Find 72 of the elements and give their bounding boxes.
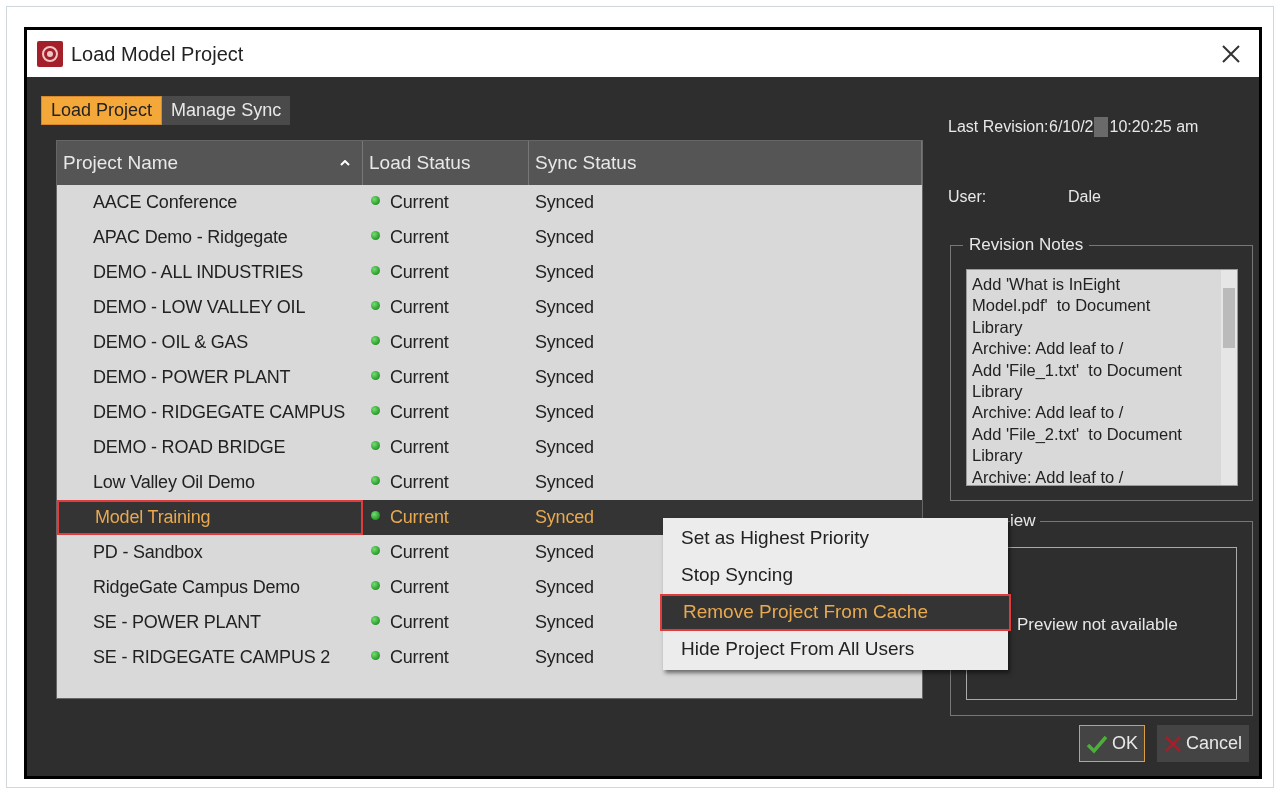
table-cell-text: Current bbox=[390, 611, 449, 634]
table-cell-text: DEMO - ALL INDUSTRIES bbox=[93, 261, 304, 284]
table-cell-text: Synced bbox=[535, 296, 594, 319]
table-cell-text: Current bbox=[390, 296, 449, 319]
column-header[interactable]: Project Name bbox=[57, 141, 363, 185]
table-row[interactable]: DEMO - LOW VALLEY OIL Current Synced bbox=[57, 290, 922, 325]
menu-item[interactable]: Remove Project From Cache bbox=[660, 594, 1011, 631]
table-cell-text: Current bbox=[390, 226, 449, 249]
table-cell-text: DEMO - LOW VALLEY OIL bbox=[93, 296, 306, 319]
table-row[interactable]: DEMO - POWER PLANT Current Synced bbox=[57, 360, 922, 395]
table-cell-text: DEMO - RIDGEGATE CAMPUS bbox=[93, 401, 346, 424]
table-cell-text: Current bbox=[390, 646, 449, 669]
table-cell-text: RidgeGate Campus Demo bbox=[93, 576, 300, 599]
table-cell-text: AACE Conference bbox=[93, 191, 238, 214]
header-label: Sync Status bbox=[535, 150, 638, 175]
last-revision-date: 6/10/2 bbox=[1049, 117, 1094, 137]
table-row[interactable]: AACE Conference Current Synced bbox=[57, 185, 922, 220]
column-header[interactable]: Sync Status bbox=[529, 141, 922, 185]
table-cell-text: Synced bbox=[535, 226, 594, 249]
table-row[interactable]: Low Valley Oil Demo Current Synced bbox=[57, 465, 922, 500]
table-cell-text: Synced bbox=[535, 191, 594, 214]
header-label: Load Status bbox=[369, 150, 472, 175]
dialog-button[interactable]: Cancel bbox=[1156, 725, 1249, 762]
table-cell-text: Current bbox=[390, 401, 449, 424]
revision-notes-text: Add 'What is InEight Model.pdf' to Document Library Archive: Add leaf to / Add 'File_1.txt' to Document Library Archive: Add leaf to / Add 'File_2.txt' to Document Library Archive: Add leaf to / bbox=[971, 274, 1183, 485]
table-cell-text: Current bbox=[390, 261, 449, 284]
table-row[interactable]: APAC Demo - Ridgegate Current Synced bbox=[57, 220, 922, 255]
table-cell-text: Synced bbox=[535, 471, 594, 494]
menu-item[interactable]: Stop Syncing bbox=[663, 557, 1008, 594]
tab[interactable]: Load Project bbox=[41, 96, 163, 125]
table-cell-text: Current bbox=[390, 576, 449, 599]
table-cell-text: Current bbox=[390, 191, 449, 214]
table-cell-text: Current bbox=[390, 471, 449, 494]
table-cell-text: DEMO - OIL & GAS bbox=[93, 331, 249, 354]
table-cell-text: Synced bbox=[535, 611, 594, 634]
table-cell-text: Current bbox=[390, 506, 449, 529]
table-cell-text: Current bbox=[390, 436, 449, 459]
table-row[interactable]: DEMO - ALL INDUSTRIES Current Synced bbox=[57, 255, 922, 290]
column-header[interactable]: Load Status bbox=[363, 141, 529, 185]
table-cell-text: DEMO - ROAD BRIDGE bbox=[93, 436, 286, 459]
table-cell-text: Synced bbox=[535, 261, 594, 284]
table-cell-text: Synced bbox=[535, 541, 594, 564]
table-cell-text: SE - POWER PLANT bbox=[93, 611, 261, 634]
last-revision-label: Last Revision: bbox=[948, 117, 1049, 137]
table-row[interactable]: DEMO - ROAD BRIDGE Current Synced bbox=[57, 430, 922, 465]
dialog-button[interactable]: OK bbox=[1078, 725, 1145, 762]
last-revision-time: 10:20:25 am bbox=[1109, 117, 1199, 137]
table-cell-text: Synced bbox=[535, 646, 594, 669]
table-cell-text: Synced bbox=[535, 576, 594, 599]
table-cell-text: Synced bbox=[535, 506, 594, 529]
table-cell-text: Current bbox=[390, 366, 449, 389]
user-name: Dale bbox=[1068, 187, 1101, 207]
user-label: User: bbox=[948, 187, 988, 207]
table-cell-text: APAC Demo - Ridgegate bbox=[93, 226, 288, 249]
menu-item[interactable]: Hide Project From All Users bbox=[663, 631, 1008, 668]
table-cell-text: Low Valley Oil Demo bbox=[93, 471, 255, 494]
table-cell-text: Model Training bbox=[95, 506, 211, 529]
table-row[interactable]: DEMO - RIDGEGATE CAMPUS Current Synced bbox=[57, 395, 922, 430]
table-cell-text: SE - RIDGEGATE CAMPUS 2 bbox=[93, 646, 331, 669]
window-title: Load Model Project bbox=[71, 41, 244, 67]
preview-message: Preview not available bbox=[1017, 614, 1178, 636]
table-row[interactable]: DEMO - OIL & GAS Current Synced bbox=[57, 325, 922, 360]
tab[interactable]: Manage Sync bbox=[162, 96, 291, 125]
table-cell-text: PD - Sandbox bbox=[93, 541, 203, 564]
table-cell-text: DEMO - POWER PLANT bbox=[93, 366, 291, 389]
table-cell-text: Synced bbox=[535, 436, 594, 459]
header-label: Project Name bbox=[63, 150, 180, 175]
table-cell-text: Current bbox=[390, 541, 449, 564]
table-cell-text: Synced bbox=[535, 331, 594, 354]
table-cell-text: Current bbox=[390, 331, 449, 354]
table-cell-text: Synced bbox=[535, 401, 594, 424]
table-cell-text: Synced bbox=[535, 366, 594, 389]
